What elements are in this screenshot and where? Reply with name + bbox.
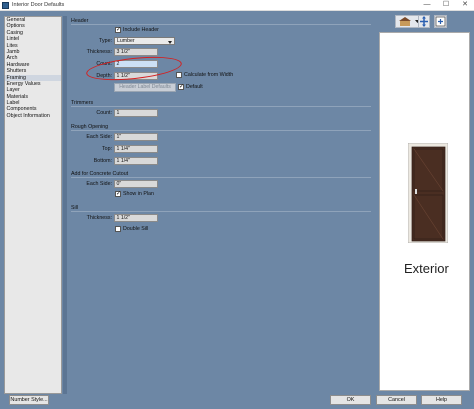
framing-panel: Header ✓ Include Header Type: Lumber Thi… [68, 11, 374, 394]
sidebar-item-object-information[interactable]: Object Information [5, 113, 61, 119]
header-divider [71, 24, 371, 25]
door-preview-image [408, 143, 448, 243]
rough-each-side-label: Each Side: [86, 134, 112, 140]
show-in-plan-checkbox[interactable]: ✓ [115, 191, 121, 197]
help-button[interactable]: Help [421, 395, 462, 405]
category-list[interactable]: General Options Casing Lintel Lites Jamb… [4, 16, 62, 394]
maximize-button[interactable]: ☐ [437, 0, 455, 10]
thickness-label: Thickness: [86, 49, 112, 55]
sill-thickness-input[interactable]: 1 1/2" [114, 214, 158, 222]
number-style-button[interactable]: Number Style... [9, 395, 49, 405]
trimmers-count-input[interactable]: 1 [114, 109, 158, 117]
default-checkbox[interactable]: ✓ [178, 84, 184, 90]
cutout-each-side-input[interactable]: 0" [114, 180, 158, 188]
header-count-input[interactable]: 2 [114, 60, 158, 68]
header-depth-input[interactable]: 1 1/2" [114, 72, 158, 80]
sill-thickness-label: Thickness: [86, 215, 112, 221]
header-type-value: Lumber [117, 38, 135, 44]
door-preview-panel[interactable]: Exterior [379, 32, 470, 391]
preview-tool-button[interactable] [418, 15, 430, 28]
close-button[interactable]: ✕ [456, 0, 474, 10]
calculate-from-width-label: Calculate from Width [184, 72, 234, 78]
trimmers-count-label: Count: [96, 110, 112, 116]
arrows-icon [420, 16, 428, 27]
rough-bottom-input[interactable]: 1 1/4" [114, 157, 158, 165]
double-sill-checkbox[interactable] [115, 226, 121, 232]
zoom-icon [435, 16, 446, 27]
header-label-defaults-button[interactable]: Header Label Defaults [114, 83, 176, 92]
rough-bottom-label: Bottom: [93, 158, 112, 164]
cutout-each-side-label: Each Side: [86, 181, 112, 187]
include-header-label: Include Header [123, 27, 159, 33]
trimmers-divider [71, 106, 371, 107]
header-thickness-input[interactable]: 3 1/2" [114, 48, 158, 56]
include-header-checkbox[interactable]: ✓ [115, 27, 121, 33]
header-type-select[interactable]: Lumber [114, 37, 175, 45]
rough-each-side-input[interactable]: 1" [114, 133, 158, 141]
depth-label: Depth: [96, 73, 112, 79]
preview-view-label: Exterior [404, 261, 449, 276]
count-label: Count: [96, 61, 112, 67]
chevron-down-icon [168, 40, 172, 44]
sidebar-splitter[interactable] [63, 16, 67, 394]
concrete-cutout-divider [71, 177, 371, 178]
show-in-plan-label: Show in Plan [123, 191, 154, 197]
type-label: Type: [99, 38, 112, 44]
preview-zoom-button[interactable] [434, 15, 447, 28]
title-bar: Interior Door Defaults — ☐ ✕ [0, 0, 474, 11]
cancel-button[interactable]: Cancel [376, 395, 417, 405]
rough-top-label: Top: [101, 146, 112, 152]
window-title: Interior Door Defaults [12, 2, 65, 8]
rough-opening-divider [71, 130, 371, 131]
calculate-from-width-checkbox[interactable] [176, 72, 182, 78]
rough-top-input[interactable]: 1 1/4" [114, 145, 158, 153]
ok-button[interactable]: OK [330, 395, 371, 405]
sill-divider [71, 211, 371, 212]
double-sill-label: Double Sill [123, 226, 149, 232]
default-label: Default [186, 84, 203, 90]
app-icon [2, 2, 9, 9]
minimize-button[interactable]: — [418, 0, 436, 10]
